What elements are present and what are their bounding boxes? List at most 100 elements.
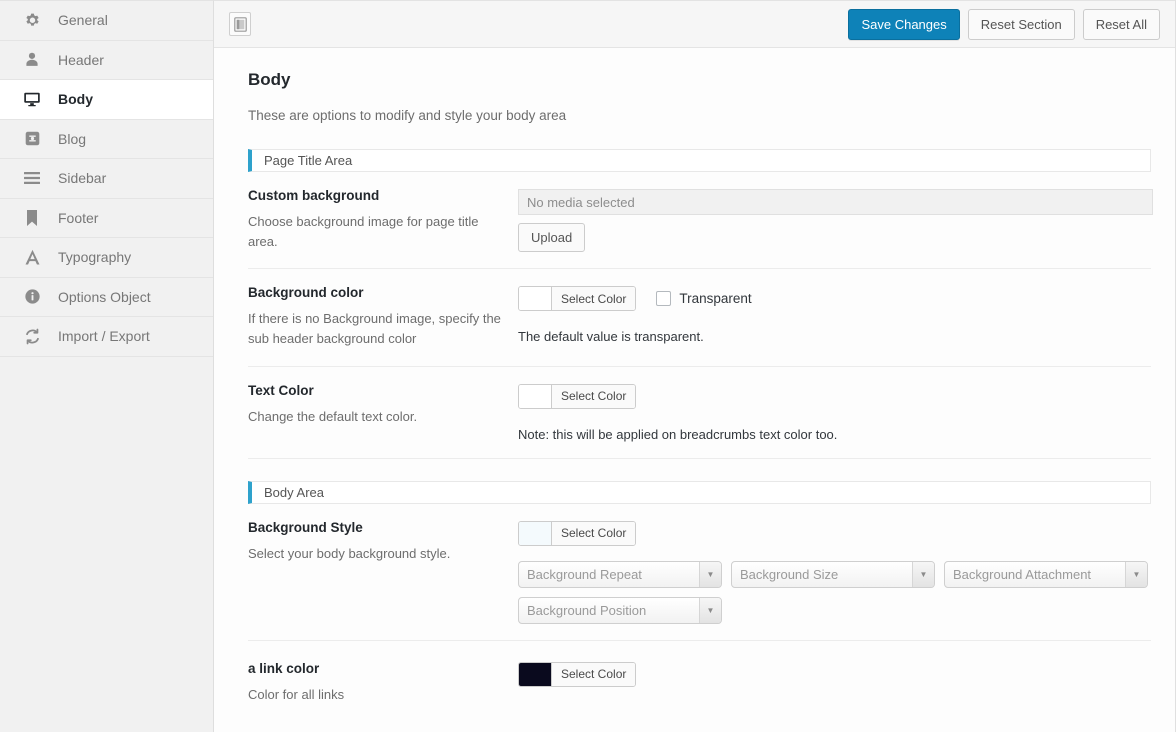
sidebar-item-label: Body (58, 91, 93, 108)
color-swatch (519, 287, 552, 311)
sidebar-item-label: Sidebar (58, 170, 107, 187)
sidebar-item-blog[interactable]: Blog (0, 119, 213, 159)
user-icon (22, 50, 42, 70)
info-icon (22, 287, 42, 307)
field-row-background-style: Background Style Select your body backgr… (248, 504, 1151, 641)
field-control: No media selected Upload (518, 188, 1153, 252)
redux-options-panel: General Header Body Blog Sidebar Footer … (0, 0, 1176, 732)
field-info: a link color Color for all links (248, 661, 518, 705)
options-scroll-area[interactable]: Body These are options to modify and sty… (214, 48, 1175, 732)
letter-a-icon (22, 247, 42, 267)
monitor-icon (22, 89, 42, 109)
toolbar: Save Changes Reset Section Reset All (214, 1, 1175, 48)
media-field[interactable]: No media selected (518, 189, 1153, 215)
background-style-selects: Background Repeat ▼ Background Size ▼ Ba… (518, 560, 1150, 624)
field-control: Select Color Background Repeat ▼ Backgro… (518, 520, 1151, 624)
section-header-body-area: Body Area (248, 480, 1151, 504)
sidebar-nav: General Header Body Blog Sidebar Footer … (0, 0, 214, 732)
select-background-attachment[interactable]: Background Attachment ▼ (944, 560, 1148, 588)
panel-layout-icon[interactable] (229, 12, 251, 36)
transparent-checkbox[interactable]: Transparent (656, 291, 752, 307)
gear-icon (22, 10, 42, 30)
select-color-label: Select Color (552, 662, 636, 686)
field-title: Background color (248, 285, 364, 301)
sidebar-item-body[interactable]: Body (0, 80, 213, 120)
field-title: Background Style (248, 519, 363, 535)
select-placeholder: Background Attachment (953, 566, 1092, 582)
sidebar-item-typography[interactable]: Typography (0, 238, 213, 278)
sidebar-item-label: Import / Export (58, 328, 150, 345)
field-row-custom-background: Custom background Choose background imag… (248, 172, 1153, 270)
color-swatch (519, 384, 552, 408)
sidebar-item-footer[interactable]: Footer (0, 198, 213, 238)
field-title: Text Color (248, 382, 314, 398)
color-picker-a-link-color[interactable]: Select Color (518, 661, 637, 687)
select-placeholder: Background Position (527, 602, 647, 618)
field-control: Select Color (518, 661, 1151, 705)
section-header-label: Page Title Area (264, 153, 353, 168)
field-info: Custom background Choose background imag… (248, 188, 518, 252)
color-picker-text-color[interactable]: Select Color (518, 383, 637, 409)
page-title: Body (248, 70, 291, 89)
sidebar-item-label: Typography (58, 249, 132, 266)
sidebar-item-label: Options Object (58, 288, 151, 305)
field-note: Note: this will be applied on breadcrumb… (518, 426, 838, 442)
page-subtitle: These are options to modify and style yo… (248, 108, 567, 123)
blog-icon (22, 129, 42, 149)
select-color-label: Select Color (552, 384, 636, 408)
field-title: Custom background (248, 188, 380, 203)
select-placeholder: Background Size (740, 566, 839, 582)
checkbox-box[interactable] (656, 291, 672, 307)
sidebar-item-label: Footer (58, 209, 99, 226)
chevron-down-icon: ▼ (1125, 561, 1147, 587)
content-pane: Save Changes Reset Section Reset All Bod… (214, 0, 1176, 732)
field-description: Select your body background style. (248, 545, 451, 561)
upload-button[interactable]: Upload (518, 223, 586, 252)
bookmark-icon (22, 208, 42, 228)
select-background-repeat[interactable]: Background Repeat ▼ (518, 560, 722, 588)
field-control: Select Color Note: this will be applied … (518, 383, 1151, 442)
chevron-down-icon: ▼ (699, 561, 721, 587)
menu-icon (22, 168, 42, 188)
field-title: a link color (248, 660, 320, 676)
save-changes-button[interactable]: Save Changes (848, 8, 960, 40)
chevron-down-icon: ▼ (912, 561, 934, 587)
sync-icon (22, 326, 42, 346)
sidebar-item-label: General (58, 12, 108, 29)
reset-all-button[interactable]: Reset All (1082, 8, 1160, 40)
select-color-label: Select Color (552, 521, 636, 545)
field-description: Change the default text color. (248, 408, 418, 424)
field-row-background-color: Background color If there is no Backgrou… (248, 269, 1151, 367)
sidebar-item-import-export[interactable]: Import / Export (0, 317, 213, 357)
color-picker-background-color[interactable]: Select Color (518, 286, 637, 312)
section-header-page-title-area: Page Title Area (248, 149, 1151, 172)
sidebar-item-options-object[interactable]: Options Object (0, 277, 213, 317)
field-row-a-link-color: a link color Color for all links Select … (248, 641, 1151, 721)
color-picker-background-style[interactable]: Select Color (518, 520, 637, 546)
select-color-label: Select Color (552, 287, 636, 311)
sidebar-item-sidebar[interactable]: Sidebar (0, 159, 213, 199)
select-background-size[interactable]: Background Size ▼ (731, 560, 935, 588)
field-row-text-color: Text Color Change the default text color… (248, 367, 1151, 459)
toolbar-actions: Save Changes Reset Section Reset All (848, 8, 1160, 40)
sidebar-item-label: Header (58, 51, 104, 68)
field-info: Background Style Select your body backgr… (248, 520, 518, 624)
field-info: Background color If there is no Backgrou… (248, 285, 518, 349)
section-header-label: Body Area (264, 484, 324, 500)
field-description: Color for all links (248, 686, 345, 702)
color-swatch (519, 521, 552, 545)
sidebar-item-header[interactable]: Header (0, 40, 213, 80)
select-placeholder: Background Repeat (527, 566, 642, 582)
field-note: The default value is transparent. (518, 329, 704, 345)
field-info: Text Color Change the default text color… (248, 383, 518, 442)
select-background-position[interactable]: Background Position ▼ (518, 596, 722, 624)
field-description: If there is no Background image, specify… (248, 311, 501, 347)
reset-section-button[interactable]: Reset Section (967, 8, 1075, 40)
color-swatch (519, 662, 552, 686)
checkbox-label: Transparent (679, 291, 752, 307)
field-control: Select Color Transparent The default val… (518, 285, 1151, 349)
sidebar-item-label: Blog (58, 130, 87, 147)
chevron-down-icon: ▼ (699, 597, 721, 623)
sidebar-item-general[interactable]: General (0, 1, 213, 41)
field-description: Choose background image for page title a… (248, 214, 479, 250)
